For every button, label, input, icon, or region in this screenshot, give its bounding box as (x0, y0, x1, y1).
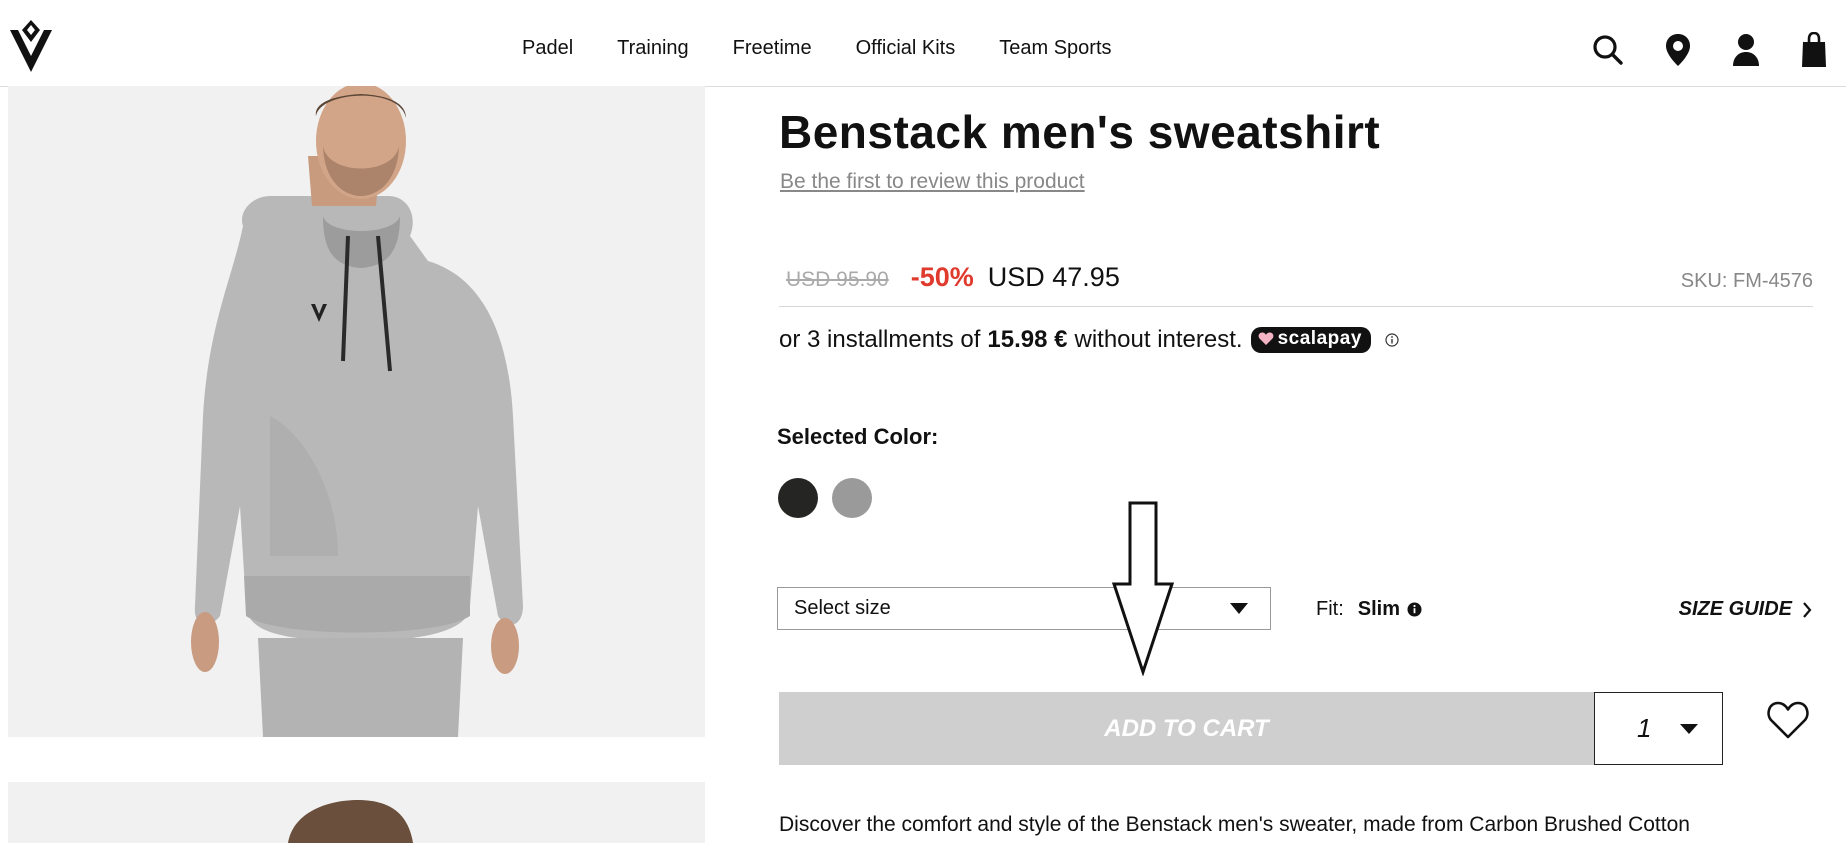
product-image-main[interactable] (8, 86, 705, 737)
heart-icon (1258, 332, 1273, 345)
fit-value: Slim (1357, 598, 1401, 620)
shopping-bag-icon[interactable] (1796, 30, 1832, 70)
nav-item-official-kits[interactable]: Official Kits (856, 37, 956, 60)
chevron-right-icon (1803, 601, 1812, 618)
divider (779, 306, 1813, 307)
price-row: USD 95.90 -50% USD 47.95 (786, 262, 1120, 293)
nav-item-team-sports[interactable]: Team Sports (999, 37, 1111, 60)
brand-logo[interactable] (8, 16, 54, 74)
product-description: Discover the comfort and style of the Be… (779, 813, 1690, 836)
site-header: Padel Training Freetime Official Kits Te… (0, 8, 1846, 87)
selected-color-label: Selected Color: (777, 424, 939, 449)
info-filled-icon[interactable] (1407, 602, 1422, 617)
account-icon[interactable] (1728, 30, 1764, 70)
scalapay-label: scalapay (1277, 328, 1362, 349)
installments-prefix: or 3 installments of (779, 326, 981, 353)
search-icon[interactable] (1590, 30, 1626, 70)
chevron-down-icon (1680, 724, 1698, 734)
nav-item-training[interactable]: Training (617, 37, 689, 60)
header-icons (1546, 30, 1846, 70)
scalapay-badge[interactable]: scalapay (1250, 327, 1371, 353)
current-price: USD 47.95 (987, 262, 1120, 292)
nav-item-freetime[interactable]: Freetime (733, 37, 812, 60)
add-to-cart-button[interactable]: ADD TO CART (779, 692, 1594, 765)
chevron-down-icon (1230, 603, 1248, 614)
wishlist-heart-icon[interactable] (1766, 700, 1810, 740)
size-guide-label: SIZE GUIDE (1678, 598, 1792, 620)
annotation-arrow (1111, 501, 1175, 676)
product-title: Benstack men's sweatshirt (779, 106, 1381, 158)
discount-badge: -50% (910, 262, 974, 292)
review-link[interactable]: Be the first to review this product (780, 170, 1085, 194)
old-price: USD 95.90 (786, 268, 889, 291)
fit-label: Fit: (1316, 598, 1344, 620)
fit-info: Fit: Slim (1316, 598, 1422, 621)
color-swatch-black[interactable] (778, 478, 818, 518)
size-select[interactable]: Select size (777, 587, 1271, 630)
installments-amount: 15.98 € (987, 326, 1068, 353)
installments-text: or 3 installments of 15.98 € without int… (779, 326, 1399, 354)
product-image-secondary[interactable] (8, 782, 705, 843)
quantity-select[interactable]: 1 (1594, 692, 1723, 765)
nav-item-padel[interactable]: Padel (522, 37, 573, 60)
installments-suffix: without interest. (1074, 326, 1243, 353)
size-select-value: Select size (794, 597, 891, 619)
info-icon[interactable] (1385, 333, 1399, 347)
size-guide-link[interactable]: SIZE GUIDE (1679, 598, 1812, 621)
color-swatch-grey[interactable] (832, 478, 872, 518)
location-pin-icon[interactable] (1660, 30, 1696, 70)
sku-label: SKU: FM-4576 (1680, 270, 1813, 292)
quantity-value: 1 (1637, 713, 1652, 743)
main-nav: Padel Training Freetime Official Kits Te… (522, 37, 1156, 60)
